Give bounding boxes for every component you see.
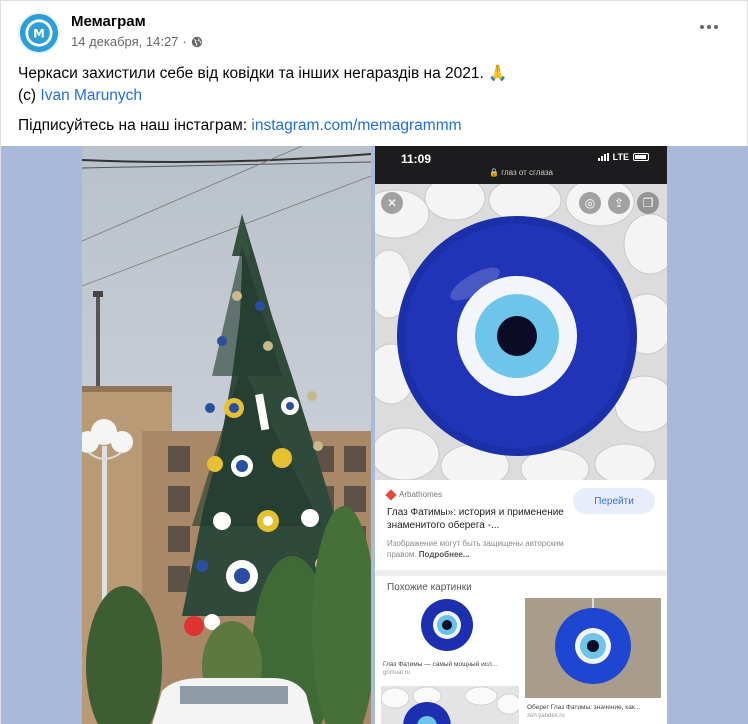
praying-hands-emoji: 🙏 bbox=[488, 65, 508, 82]
similar-thumb-1[interactable] bbox=[381, 598, 519, 656]
instagram-link[interactable]: instagram.com/memagrammm bbox=[251, 117, 461, 134]
more-dot-icon bbox=[707, 25, 711, 29]
credit-prefix: (с) bbox=[18, 87, 41, 104]
post-meta: 14 декабря, 14:27 · bbox=[71, 34, 203, 49]
search-result-card[interactable]: Arbathomes Глаз Фатимы»: история и приме… bbox=[375, 480, 667, 570]
source-logo-icon bbox=[385, 488, 397, 501]
facebook-post: M Мемаграм 14 декабря, 14:27 · Черкаси з… bbox=[0, 0, 748, 724]
page-name[interactable]: Мемаграм bbox=[71, 13, 146, 30]
signal-icon bbox=[597, 153, 609, 161]
post-timestamp[interactable]: 14 декабря, 14:27 bbox=[71, 34, 178, 49]
post-caption: Черкаси захистили себе від ковідки та ін… bbox=[18, 65, 484, 82]
phone-status-bar: 11:09 LTE 🔒 глаз от сглаза bbox=[375, 146, 667, 184]
similar-thumb-1-source: grimuar.ru bbox=[383, 670, 411, 676]
network-label: LTE bbox=[612, 152, 629, 162]
post-text: Черкаси захистили себе від ковідки та ін… bbox=[18, 63, 733, 145]
goto-button[interactable]: Перейти bbox=[573, 488, 655, 514]
result-copyright-note: Изображение могут быть защищены авторски… bbox=[387, 538, 587, 560]
result-title[interactable]: Глаз Фатимы»: история и применение знаме… bbox=[387, 506, 577, 532]
phone-screenshot[interactable]: 11:09 LTE 🔒 глаз от сглаза ✕ ◎ ⇪ ❐ Arbat… bbox=[375, 146, 667, 724]
similar-thumb-2-caption[interactable]: Оберег Глаз Фатимы: значение, как... bbox=[527, 703, 667, 712]
similar-thumb-2-source: zen.yandex.ru bbox=[527, 713, 565, 719]
more-details-link[interactable]: Подробнее... bbox=[419, 550, 470, 559]
copyright-note-text: Изображение могут быть защищены авторски… bbox=[387, 539, 564, 559]
result-source-name: Arbathomes bbox=[399, 490, 443, 499]
more-dot-icon bbox=[700, 25, 704, 29]
cta-prefix: Підписуйтесь на наш інстаграм: bbox=[18, 117, 252, 134]
globe-icon[interactable] bbox=[191, 36, 203, 48]
phone-search-query: 🔒 глаз от сглаза bbox=[489, 168, 553, 177]
post-text-cta: Підписуйтесь на наш інстаграм: instagram… bbox=[18, 115, 733, 137]
similar-thumb-2[interactable] bbox=[525, 598, 661, 698]
christmas-tree-photo[interactable] bbox=[82, 146, 371, 724]
share-icon[interactable]: ⇪ bbox=[608, 192, 630, 214]
evil-eye-image[interactable]: ✕ ◎ ⇪ ❐ bbox=[375, 184, 667, 480]
phone-status-icons: LTE bbox=[597, 152, 649, 162]
more-dot-icon bbox=[714, 25, 718, 29]
post-text-line1: Черкаси захистили себе від ковідки та ін… bbox=[18, 63, 733, 107]
result-source: Arbathomes bbox=[385, 488, 443, 501]
credit-author-link[interactable]: Ivan Marunych bbox=[40, 87, 142, 104]
battery-icon bbox=[633, 153, 649, 161]
similar-thumb-1-caption[interactable]: Глаз Фатимы — самый мощный исл... bbox=[383, 660, 523, 669]
similar-thumb-3[interactable] bbox=[381, 686, 519, 724]
meta-separator: · bbox=[182, 34, 187, 49]
similar-images-section: Похожие картинки Глаз Фатимы — самый мощ… bbox=[375, 570, 667, 724]
phone-time: 11:09 bbox=[401, 152, 432, 166]
more-options-button[interactable] bbox=[695, 17, 723, 37]
svg-text:M: M bbox=[33, 27, 45, 41]
post-media[interactable]: 11:09 LTE 🔒 глаз от сглаза ✕ ◎ ⇪ ❐ Arbat… bbox=[1, 146, 748, 724]
similar-images-title: Похожие картинки bbox=[387, 582, 472, 593]
close-icon[interactable]: ✕ bbox=[381, 192, 403, 214]
page-avatar[interactable]: M bbox=[18, 12, 60, 54]
bookmark-icon[interactable]: ❐ bbox=[637, 192, 659, 214]
lens-icon[interactable]: ◎ bbox=[579, 192, 601, 214]
